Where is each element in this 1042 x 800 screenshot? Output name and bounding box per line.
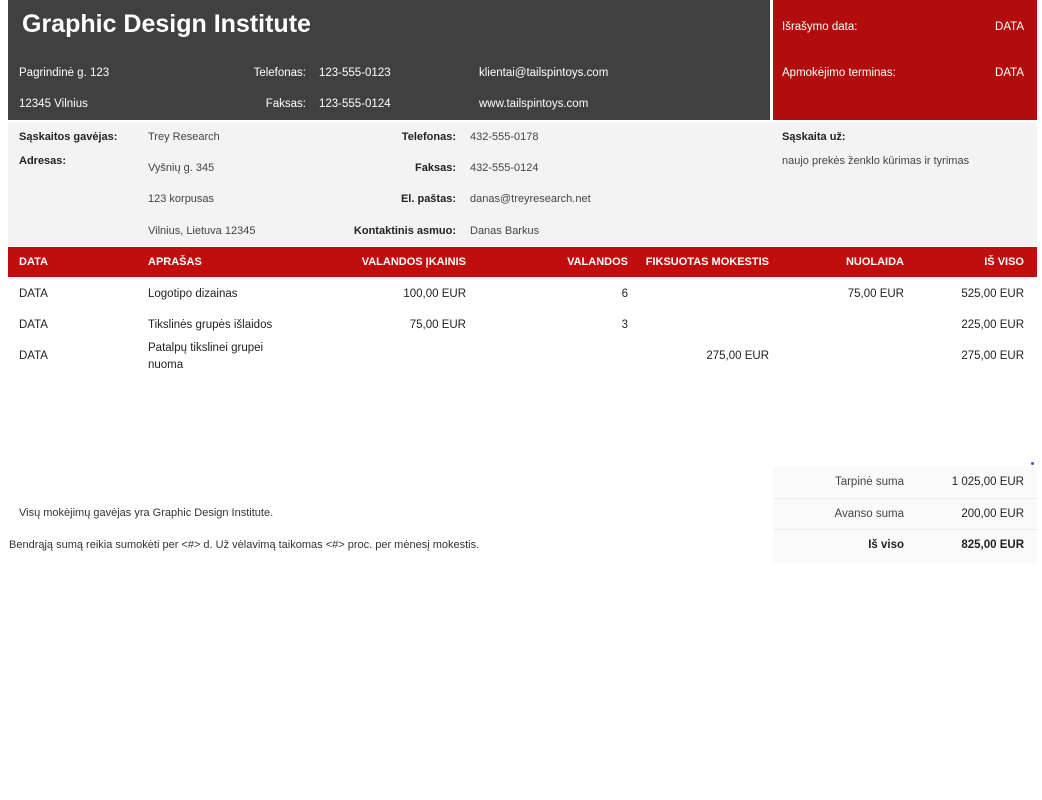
company-address-line2: 12345 Vilnius (19, 98, 88, 110)
client-email-label: El. paštas: (400, 193, 456, 205)
client-fax: 432-555-0124 (470, 162, 539, 174)
row1-rate: 100,00 EUR (403, 288, 466, 300)
col-header-date: DATA (19, 256, 48, 268)
row2-hours: 3 (621, 319, 628, 331)
row1-total: 525,00 EUR (961, 288, 1024, 300)
client-phone: 432-555-0178 (470, 131, 539, 143)
col-header-description: APRAŠAS (148, 256, 202, 268)
contact-name: Danas Barkus (470, 225, 540, 237)
client-email: danas@treyresearch.net (470, 193, 591, 205)
company-fax-label: Faksas: (265, 98, 306, 110)
total-value: 825,00 EUR (961, 539, 1024, 551)
subtotal-label: Tarpinė suma (834, 476, 904, 488)
col-header-fixed-fee: FIKSUOTAS MOKESTIS (645, 256, 769, 268)
company-website: www.tailspintoys.com (479, 98, 589, 110)
client-fax-label: Faksas: (415, 162, 456, 174)
company-phone-label: Telefonas: (253, 67, 306, 79)
invoice-for-label: Sąskaita už: (782, 131, 846, 143)
recipient-name: Trey Research (148, 131, 220, 143)
row2-rate: 75,00 EUR (409, 319, 466, 331)
row2-description: Tikslinės grupės išlaidos (148, 319, 273, 331)
issue-date-value: DATA (995, 21, 1024, 33)
address-street: Vyšnių g. 345 (148, 162, 215, 174)
contact-label: Kontaktinis asmuo: (353, 225, 456, 237)
issue-date-label: Išrašymo data: (782, 21, 858, 33)
company-address-line1: Pagrindinė g. 123 (19, 67, 110, 79)
total-label: Iš viso (868, 539, 904, 551)
row3-total: 275,00 EUR (961, 350, 1024, 362)
due-date-label: Apmokėjimo terminas: (782, 67, 896, 79)
company-email: klientai@tailspintoys.com (479, 67, 609, 79)
recipient-label: Sąskaitos gavėjas: (19, 131, 118, 143)
address-suite: 123 korpusas (148, 193, 215, 205)
address-city: Vilnius, Lietuva 12345 (148, 225, 256, 237)
col-header-hourly-rate: VALANDOS ĮKAINIS (361, 256, 466, 268)
company-fax: 123-555-0124 (319, 98, 391, 110)
due-date-value: DATA (995, 67, 1024, 79)
advance-value: 200,00 EUR (961, 508, 1024, 520)
col-header-hours: VALANDOS (567, 256, 628, 268)
marker-dot (1031, 462, 1034, 465)
row3-fixed-fee: 275,00 EUR (706, 350, 769, 362)
row1-hours: 6 (621, 288, 628, 300)
payee-note: Visų mokėjimų gavėjas yra Graphic Design… (19, 507, 274, 519)
client-phone-label: Telefonas: (401, 131, 456, 143)
col-header-total: IŠ VISO (984, 256, 1024, 268)
company-name: Graphic Design Institute (22, 10, 311, 38)
row2-total: 225,00 EUR (961, 319, 1024, 331)
invoice-for-value: naujo prekės ženklo kūrimas ir tyrimas (782, 155, 970, 167)
company-phone: 123-555-0123 (319, 67, 391, 79)
row3-description-line2: nuoma (148, 359, 184, 371)
subtotal-value: 1 025,00 EUR (951, 476, 1024, 488)
header-dates-panel (773, 0, 1037, 120)
address-label: Adresas: (19, 155, 67, 167)
summary-divider (773, 498, 1037, 499)
summary-divider (773, 529, 1037, 530)
payment-terms-note: Bendrąją sumą reikia sumokėti per <#> d.… (9, 539, 480, 551)
row2-date: DATA (19, 319, 48, 331)
row3-date: DATA (19, 350, 48, 362)
row1-date: DATA (19, 288, 48, 300)
row1-discount: 75,00 EUR (847, 288, 904, 300)
row3-description-line1: Patalpų tikslinei grupei (148, 342, 264, 354)
col-header-discount: NUOLAIDA (845, 256, 904, 268)
advance-label: Avanso suma (834, 508, 904, 520)
row1-description: Logotipo dizainas (148, 288, 238, 300)
